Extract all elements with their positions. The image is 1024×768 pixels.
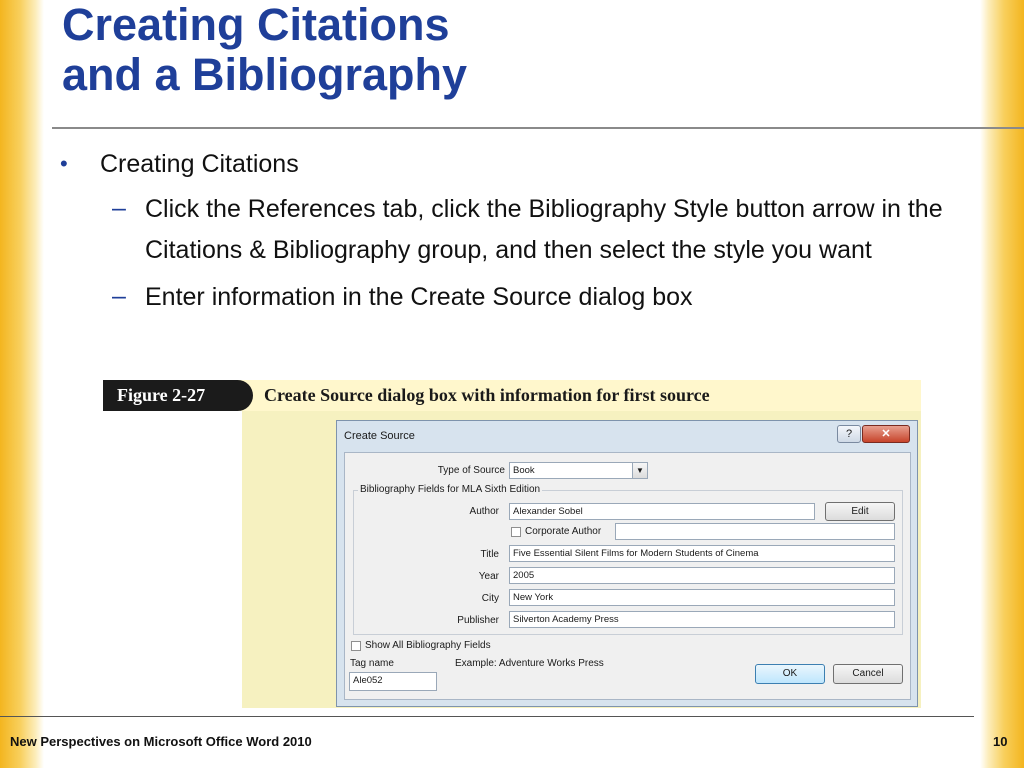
- bullet-text: Creating Citations: [100, 150, 299, 178]
- publisher-label: Publisher: [457, 615, 499, 626]
- bullet-text: Click the References tab, click the Bibl…: [145, 195, 943, 264]
- footer-divider: [0, 716, 974, 717]
- slide-title: Creating Citations and a Bibliography: [62, 0, 467, 100]
- title-label: Title: [480, 549, 499, 560]
- bullet-marker: –: [112, 282, 126, 310]
- bullet-text: Enter information in the Create Source d…: [145, 283, 693, 311]
- show-all-fields-label: Show All Bibliography Fields: [365, 640, 491, 651]
- title-divider: [52, 127, 1024, 129]
- create-source-dialog: Create Source ? ✕ Type of Source Book ▼ …: [336, 420, 918, 707]
- figure-label: Figure 2-27: [103, 380, 253, 411]
- corporate-author-label: Corporate Author: [525, 526, 602, 537]
- chevron-down-icon[interactable]: ▼: [632, 463, 647, 478]
- show-all-fields-checkbox[interactable]: [351, 641, 361, 651]
- corporate-author-checkbox[interactable]: [511, 527, 521, 537]
- city-label: City: [481, 593, 499, 604]
- dialog-title: Create Source: [344, 430, 415, 442]
- publisher-input[interactable]: Silverton Academy Press: [509, 611, 895, 628]
- bibliography-fields-title: Bibliography Fields for MLA Sixth Editio…: [358, 484, 543, 495]
- tag-name-input[interactable]: Ale052: [349, 672, 437, 691]
- corporate-author-input[interactable]: [615, 523, 895, 540]
- year-label: Year: [478, 571, 499, 582]
- example-text: Example: Adventure Works Press: [455, 658, 604, 669]
- type-of-source-value: Book: [513, 465, 535, 476]
- footer-text: New Perspectives on Microsoft Office Wor…: [10, 734, 312, 749]
- title-input[interactable]: Five Essential Silent Films for Modern S…: [509, 545, 895, 562]
- page-number: 10: [993, 734, 1008, 749]
- bullet-list: • Creating Citations – Click the Referen…: [60, 145, 990, 324]
- type-of-source-select[interactable]: Book ▼: [509, 462, 648, 479]
- type-of-source-label: Type of Source: [437, 465, 505, 476]
- ok-button[interactable]: OK: [755, 664, 825, 684]
- figure-caption: Create Source dialog box with informatio…: [264, 385, 710, 405]
- city-input[interactable]: New York: [509, 589, 895, 606]
- bullet-item-2: – Click the References tab, click the Bi…: [112, 189, 990, 271]
- bullet-item-3: – Enter information in the Create Source…: [112, 277, 990, 318]
- author-input[interactable]: Alexander Sobel: [509, 503, 815, 520]
- bullet-marker: •: [60, 151, 68, 176]
- bullet-marker: –: [112, 194, 126, 222]
- cancel-button[interactable]: Cancel: [833, 664, 903, 684]
- left-decorative-bar: [0, 0, 44, 768]
- help-button[interactable]: ?: [837, 425, 861, 443]
- slide-title-line-1: Creating Citations: [62, 0, 450, 50]
- dialog-body: Type of Source Book ▼ Bibliography Field…: [344, 452, 911, 700]
- edit-author-button[interactable]: Edit: [825, 502, 895, 521]
- tag-name-label: Tag name: [350, 658, 394, 669]
- slide-title-line-2: and a Bibliography: [62, 49, 468, 100]
- close-button[interactable]: ✕: [862, 425, 910, 443]
- right-decorative-bar: [980, 0, 1024, 768]
- year-input[interactable]: 2005: [509, 567, 895, 584]
- author-label: Author: [469, 506, 499, 517]
- bullet-item-1: • Creating Citations: [60, 145, 990, 183]
